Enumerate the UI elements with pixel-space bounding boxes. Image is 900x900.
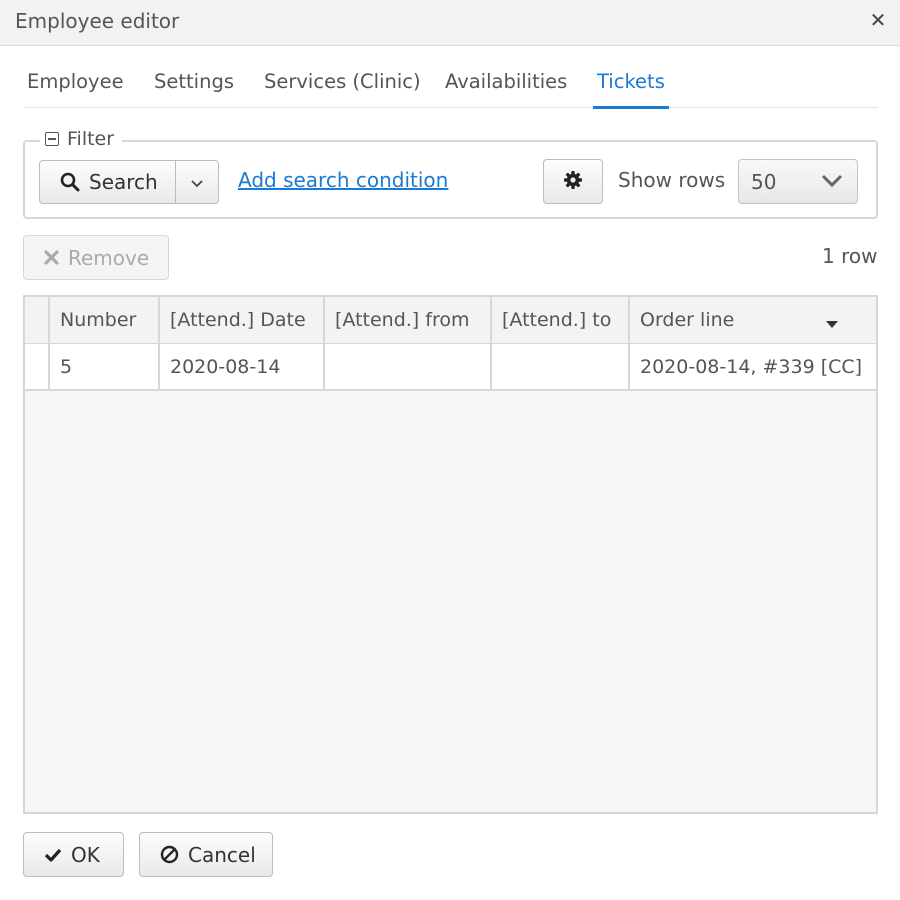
search-icon: [60, 172, 80, 192]
add-search-condition-link[interactable]: Add search condition: [238, 168, 448, 192]
tab-availabilities[interactable]: Availabilities: [445, 70, 567, 93]
chevron-down-icon: [191, 173, 203, 192]
ok-button[interactable]: OK: [23, 832, 124, 877]
row-selector[interactable]: [25, 344, 49, 389]
show-rows-label: Show rows: [618, 168, 726, 192]
tickets-table: Number [Attend.] Date [Attend.] from [At…: [23, 295, 878, 814]
tab-employee[interactable]: Employee: [27, 70, 124, 93]
collapse-icon[interactable]: [45, 132, 59, 146]
column-header-attend-from[interactable]: [Attend.] from: [323, 297, 491, 343]
search-button-label: Search: [89, 170, 158, 194]
ban-icon: [160, 845, 179, 864]
remove-icon: [44, 250, 59, 265]
column-header-number[interactable]: Number: [48, 297, 159, 343]
rows-per-page-value: 50: [751, 170, 777, 194]
column-header-attend-date[interactable]: [Attend.] Date: [158, 297, 324, 343]
tab-services-clinic[interactable]: Services (Clinic): [264, 70, 421, 93]
check-icon: [44, 848, 62, 862]
cancel-button[interactable]: Cancel: [139, 832, 273, 877]
sort-descending-icon[interactable]: [826, 321, 838, 328]
active-tab-indicator: [593, 106, 669, 109]
column-header-order-line[interactable]: Order line: [628, 297, 876, 343]
column-header-attend-to[interactable]: [Attend.] to: [490, 297, 629, 343]
table-row[interactable]: 5 2020-08-14 2020-08-14, #339 [CC]: [25, 344, 876, 391]
tab-divider: [24, 107, 878, 108]
gear-icon: [563, 170, 583, 194]
cell-attend-to: [490, 344, 629, 389]
dialog-title: Employee editor: [15, 9, 180, 33]
cell-number: 5: [48, 344, 159, 389]
cell-attend-from: [323, 344, 491, 389]
search-button[interactable]: Search: [39, 160, 176, 204]
cell-attend-date: 2020-08-14: [158, 344, 324, 389]
settings-button[interactable]: [543, 159, 603, 204]
cell-order-line: 2020-08-14, #339 [CC]: [628, 344, 876, 389]
cancel-button-label: Cancel: [188, 842, 256, 867]
filter-label: Filter: [67, 128, 115, 150]
ok-button-label: OK: [71, 842, 100, 867]
chevron-down-icon: [821, 173, 843, 193]
remove-button[interactable]: Remove: [23, 235, 169, 280]
close-icon[interactable]: ✕: [866, 8, 890, 34]
tab-settings[interactable]: Settings: [154, 70, 234, 93]
row-selector-header[interactable]: [25, 297, 49, 343]
search-options-dropdown[interactable]: [175, 160, 219, 204]
tab-tickets[interactable]: Tickets: [597, 70, 665, 93]
filter-legend[interactable]: Filter: [40, 127, 123, 151]
rows-per-page-select[interactable]: 50: [738, 159, 858, 204]
table-header: Number [Attend.] Date [Attend.] from [At…: [25, 297, 876, 344]
row-count: 1 row: [822, 244, 878, 268]
remove-button-label: Remove: [68, 245, 150, 270]
